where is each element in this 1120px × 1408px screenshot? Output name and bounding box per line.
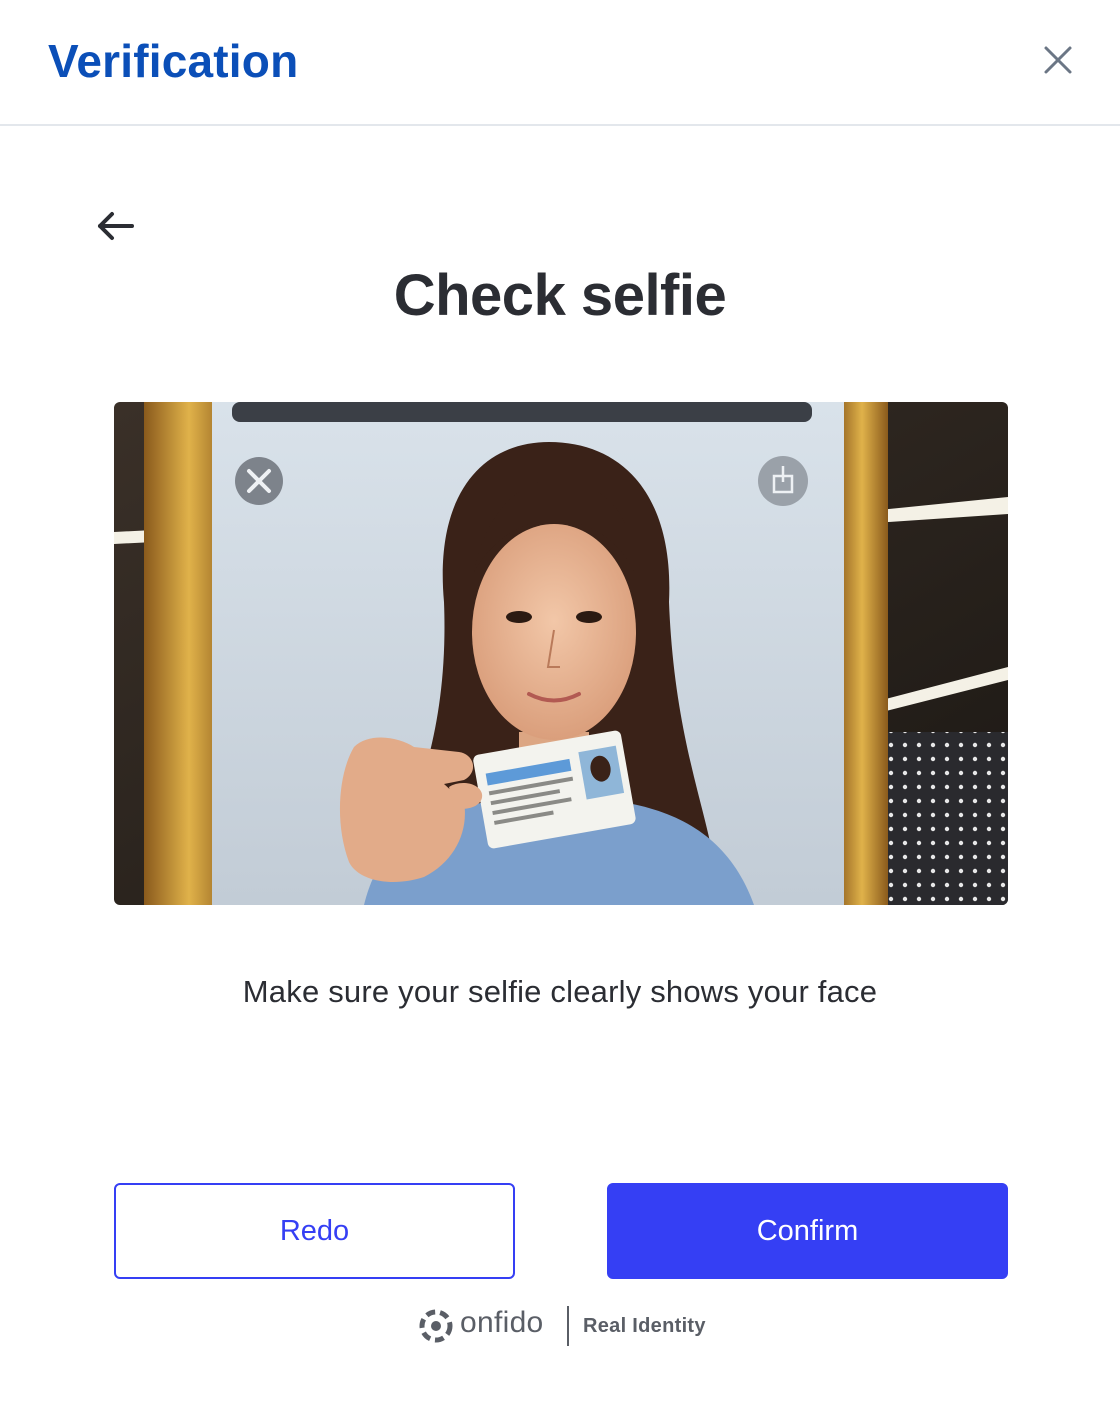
- arrow-left-icon: [98, 212, 134, 240]
- redo-button[interactable]: Redo: [114, 1183, 515, 1279]
- verification-modal: Verification Check selfie Make sure your…: [0, 0, 1120, 1408]
- close-icon: [1044, 46, 1072, 74]
- close-button[interactable]: [1034, 38, 1082, 86]
- page-title: Check selfie: [393, 263, 727, 328]
- brand-tagline: Real Identity: [583, 1315, 706, 1337]
- modal-header: Verification: [0, 0, 1120, 126]
- selfie-hint: Make sure your selfie clearly shows your…: [242, 974, 878, 1009]
- onfido-logo-icon: [418, 1308, 454, 1344]
- footer-branding: onfido Real Identity: [0, 1304, 1120, 1350]
- back-button[interactable]: [92, 204, 140, 248]
- brand-name: onfido: [460, 1306, 544, 1339]
- selfie-photo: [114, 402, 1008, 905]
- confirm-button[interactable]: Confirm: [607, 1183, 1008, 1279]
- modal-title: Verification: [48, 35, 299, 87]
- footer-divider: [567, 1306, 569, 1346]
